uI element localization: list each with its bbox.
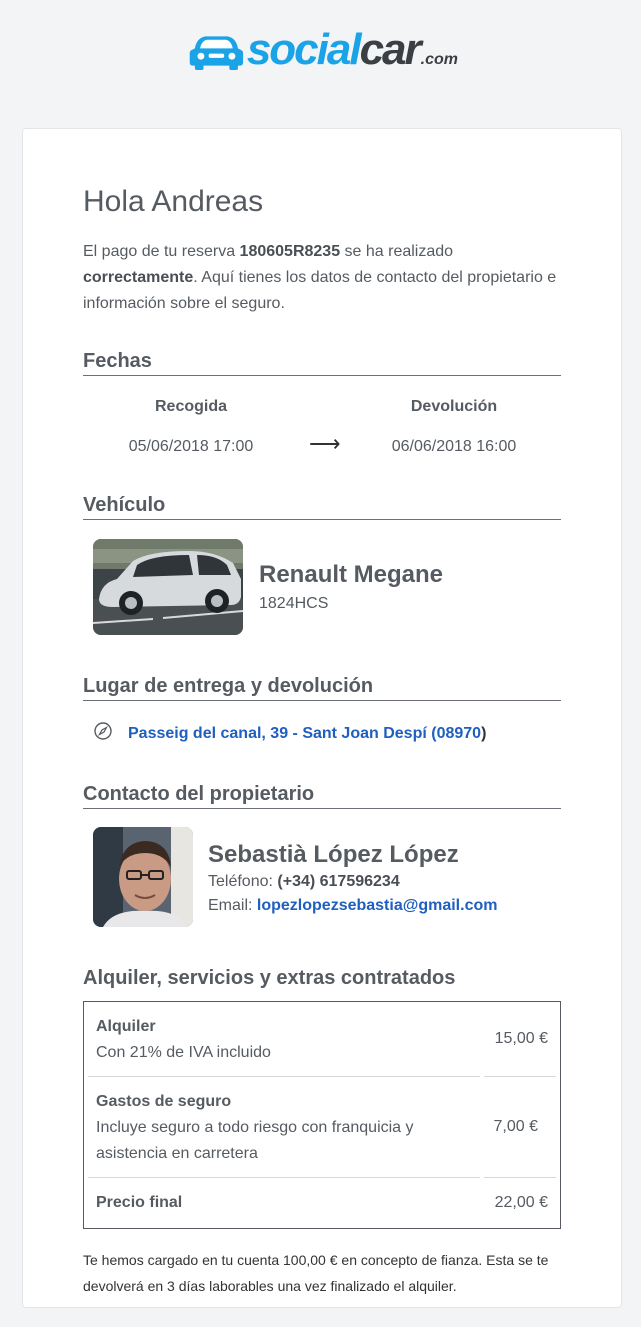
logo-social-text: social [246, 25, 362, 74]
deposit-footnote: Te hemos cargado en tu cuenta 100,00 € e… [83, 1252, 549, 1294]
vehicle-plate: 1824HCS [259, 595, 329, 612]
pickup-label: Recogida [154, 398, 227, 415]
row-detail: Con 21% de IVA incluido [96, 1044, 271, 1061]
greeting-heading: Hola Andreas [83, 185, 264, 218]
table-row: Precio final 22,00 € [84, 1178, 560, 1228]
compass-icon [94, 722, 112, 740]
return-column: Devolución 06/06/2018 16:00 [354, 398, 554, 456]
pickup-column: Recogida 05/06/2018 17:00 [91, 398, 291, 456]
row-detail: Incluye seguro a todo riesgo con franqui… [96, 1119, 414, 1162]
table-row: Alquiler Con 21% de IVA incluido 15,00 € [84, 1002, 560, 1076]
dates-section-title: Fechas [83, 349, 561, 376]
email-label: Email: [208, 897, 257, 914]
table-row: Gastos de seguro Incluye seguro a todo r… [84, 1077, 560, 1177]
owner-name: Sebastià López López [208, 841, 459, 868]
row-price: 22,00 € [494, 1194, 548, 1211]
place-section-title: Lugar de entrega y devolución [83, 674, 561, 701]
row-name: Alquiler [96, 1018, 156, 1035]
row-price: 7,00 € [493, 1118, 538, 1135]
booking-id: 180605R8235 [239, 243, 341, 260]
owner-section-title: Contacto del propietario [83, 782, 561, 809]
intro-paragraph: El pago de tu reserva 180605R8235 se ha … [83, 239, 561, 317]
socialcar-logo[interactable]: socialcar.com [188, 26, 458, 76]
row-description: Precio final [96, 1190, 436, 1216]
extras-section-title: Alquiler, servicios y extras contratados [83, 967, 456, 989]
pickup-address-link[interactable]: Passeig del canal, 39 - Sant Joan Despí … [128, 725, 486, 743]
payment-status: correctamente [83, 269, 194, 286]
phone-number[interactable]: (+34) 617596234 [277, 873, 399, 890]
return-date: 06/06/2018 16:00 [391, 438, 517, 455]
vehicle-name: Renault Megane [259, 561, 444, 588]
owner-phone: Teléfono: (+34) 617596234 [208, 873, 400, 891]
logo-car-text: car [359, 25, 422, 74]
arrow-right-icon: ⟶ [309, 431, 341, 456]
return-label: Devolución [410, 398, 498, 415]
row-name: Gastos de seguro [96, 1093, 232, 1110]
intro-text-1: El pago de tu reserva [83, 243, 240, 260]
logo-wordmark: socialcar.com [247, 28, 458, 72]
email-link[interactable]: lopezlopezsebastia@gmail.com [257, 897, 498, 914]
row-name: Precio final [96, 1194, 183, 1211]
owner-avatar [93, 827, 193, 927]
row-description: Alquiler Con 21% de IVA incluido [96, 1014, 436, 1066]
phone-label: Teléfono: [208, 873, 278, 890]
address-text[interactable]: Passeig del canal, 39 - Sant Joan Despí … [128, 725, 481, 742]
pickup-date: 05/06/2018 17:00 [128, 438, 254, 455]
row-description: Gastos de seguro Incluye seguro a todo r… [96, 1089, 436, 1167]
row-price: 15,00 € [494, 1030, 548, 1047]
email-card: Hola Andreas El pago de tu reserva 18060… [22, 128, 622, 1308]
vehicle-section-title: Vehículo [83, 493, 561, 520]
vehicle-photo[interactable] [93, 539, 243, 635]
intro-text-2: se ha realizado [340, 243, 454, 260]
car-logo-icon [189, 36, 244, 70]
owner-email: Email: lopezlopezsebastia@gmail.com [208, 897, 497, 915]
logo-com-text: .com [420, 51, 458, 68]
extras-table: Alquiler Con 21% de IVA incluido 15,00 €… [83, 1001, 561, 1229]
address-tail: ) [481, 725, 487, 742]
